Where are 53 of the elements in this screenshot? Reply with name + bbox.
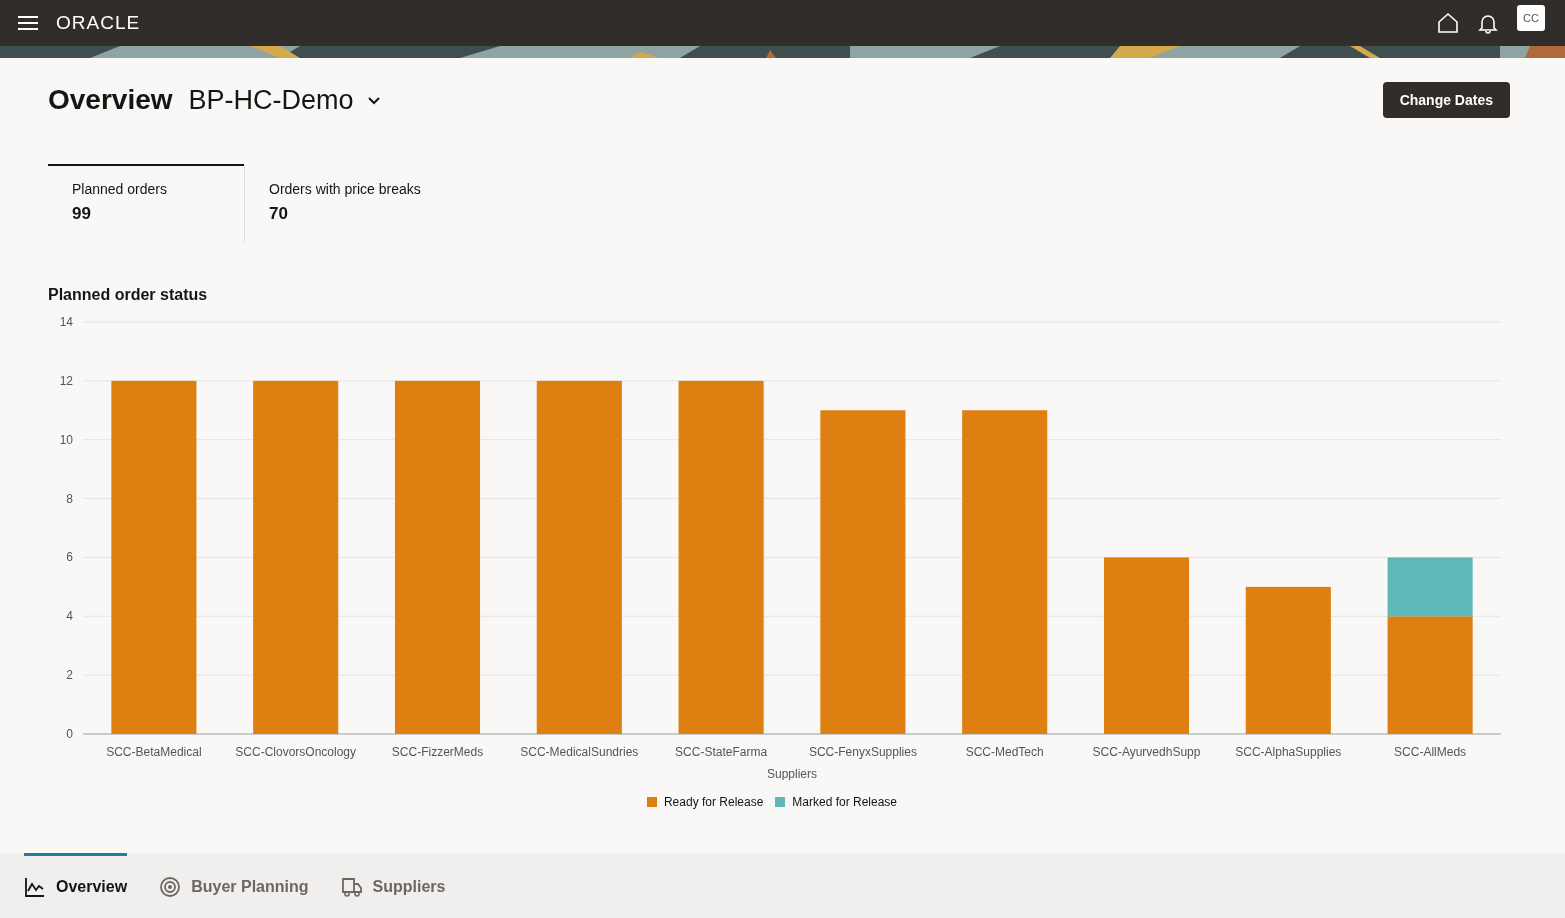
nav-tab[interactable]: Overview <box>24 853 128 918</box>
metric-value: 99 <box>72 204 92 224</box>
x-axis-title: Suppliers <box>767 767 817 780</box>
x-axis-category-label: SCC-ClovorsOncology <box>235 745 357 759</box>
bar[interactable] <box>678 380 764 734</box>
y-axis-tick-label: 6 <box>66 550 73 565</box>
metric-label: Planned orders <box>72 181 168 197</box>
truck-icon <box>340 876 363 898</box>
x-axis-category-label: SCC-StateFarma <box>675 745 768 759</box>
bar[interactable] <box>111 380 197 734</box>
bar[interactable] <box>1245 586 1331 734</box>
target-icon <box>159 876 182 898</box>
page-title: Overview <box>48 84 173 116</box>
y-axis-tick-label: 4 <box>66 609 73 624</box>
y-axis-tick-label: 0 <box>66 727 73 741</box>
y-axis-tick-label: 10 <box>59 432 73 447</box>
x-axis-category-label: SCC-FizzerMeds <box>391 745 484 759</box>
y-axis-tick-label: 14 <box>59 315 73 329</box>
bar[interactable] <box>1387 557 1473 617</box>
y-axis-tick-label: 12 <box>59 373 73 388</box>
metric-label: Orders with price breaks <box>269 181 422 197</box>
legend-label: Marked for Release <box>792 795 898 809</box>
y-axis-tick-label: 8 <box>66 491 73 506</box>
bar[interactable] <box>1103 557 1190 734</box>
bar[interactable] <box>536 380 622 734</box>
bar[interactable] <box>962 410 1048 734</box>
metric-card[interactable]: Planned orders 99 <box>48 164 244 243</box>
x-axis-category-label: SCC-MedTech <box>965 745 1044 759</box>
plan-name: BP-HC-Demo <box>188 84 354 116</box>
nav-tab[interactable]: Suppliers <box>340 853 446 918</box>
menu-icon[interactable] <box>18 15 38 31</box>
bar[interactable] <box>394 380 481 734</box>
bar[interactable] <box>820 410 906 734</box>
x-axis-category-label: SCC-FenyxSupplies <box>808 745 917 759</box>
nav-tab[interactable]: Buyer Planning <box>159 853 309 918</box>
line-chart-icon <box>24 876 46 898</box>
metric-card[interactable]: Orders with price breaks 70 <box>244 164 440 243</box>
chart-title: Planned order status <box>48 286 209 304</box>
oracle-logo: ORACLE <box>56 12 141 34</box>
bar[interactable] <box>253 380 339 734</box>
x-axis-category-label: SCC-AlphaSupplies <box>1235 745 1342 759</box>
x-axis-category-label: SCC-MedicalSundries <box>520 745 639 759</box>
change-dates-button[interactable]: Change Dates <box>1382 82 1510 118</box>
notification-bell-icon[interactable] <box>1477 12 1499 34</box>
x-axis-category-label: SCC-AyurvedhSupp <box>1092 745 1201 759</box>
metric-value: 70 <box>269 204 289 224</box>
y-axis-tick-label: 2 <box>66 668 73 683</box>
legend-label: Ready for Release <box>663 795 764 809</box>
x-axis-category-label: SCC-BetaMedical <box>106 745 202 759</box>
x-axis-category-label: SCC-AllMeds <box>1394 745 1467 759</box>
user-avatar[interactable]: CC <box>1517 5 1545 31</box>
bar[interactable] <box>1387 616 1473 734</box>
home-icon[interactable] <box>1437 12 1459 34</box>
